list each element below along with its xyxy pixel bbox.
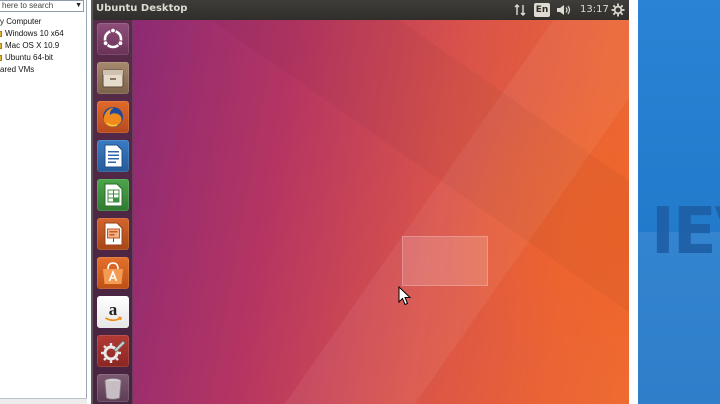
software-center-icon[interactable] [97,257,129,289]
clock[interactable]: 13:17 [580,3,609,17]
wallpaper-facet [133,20,629,404]
tree-item-ubuntu[interactable]: Ubuntu 64-bit [0,52,87,64]
host-panel-edge [629,0,638,404]
speaker-icon[interactable] [556,3,572,17]
firefox-icon[interactable] [97,101,129,133]
system-settings-icon[interactable] [97,335,129,367]
host-library-pane: here to search ▼ y Computer Windows 10 x… [0,0,87,404]
ubuntu-desktop-wallpaper[interactable] [133,20,629,404]
ubuntu-dash-icon[interactable] [97,23,129,55]
amazon-letter: a [109,300,118,319]
libreoffice-impress-icon[interactable] [97,218,129,250]
gear-icon[interactable] [611,3,625,17]
trash-icon[interactable] [97,374,129,402]
watermark-text: IEV [651,195,720,269]
amazon-icon[interactable]: a [97,296,129,328]
window-title: Ubuntu Desktop [96,3,188,14]
host-background: IEV [629,0,720,404]
ubuntu-top-panel: Ubuntu Desktop En 13:17 [93,0,629,20]
library-search-placeholder: here to search [2,1,54,10]
desktop-selection-rectangle [402,236,488,286]
network-updown-icon[interactable] [514,3,526,17]
files-icon[interactable] [97,62,129,94]
tree-item-label: ared VMs [0,65,35,74]
tree-item-label: Ubuntu 64-bit [5,53,54,62]
libreoffice-writer-icon[interactable] [97,140,129,172]
library-search-input[interactable]: here to search ▼ [0,0,84,12]
mouse-pointer-icon [398,286,412,306]
library-tree: y Computer Windows 10 x64 Mac OS X 10.9 … [0,16,87,76]
library-pane-footer [0,398,87,404]
vm-icon [0,31,2,37]
vm-icon [0,43,2,49]
tree-item-mac-os[interactable]: Mac OS X 10.9 [0,40,87,52]
tree-item-label: Mac OS X 10.9 [5,41,60,50]
unity-launcher: a [93,20,133,404]
chevron-down-icon[interactable]: ▼ [75,1,82,11]
libreoffice-calc-icon[interactable] [97,179,129,211]
vm-icon [0,55,2,61]
tree-item-label: Windows 10 x64 [5,29,64,38]
tree-item-label: y Computer [0,17,42,26]
tree-item-windows-10[interactable]: Windows 10 x64 [0,28,87,40]
keyboard-language-indicator[interactable]: En [534,3,550,17]
tree-item-my-computer[interactable]: y Computer [0,16,87,28]
tree-item-shared-vms[interactable]: ared VMs [0,64,87,76]
